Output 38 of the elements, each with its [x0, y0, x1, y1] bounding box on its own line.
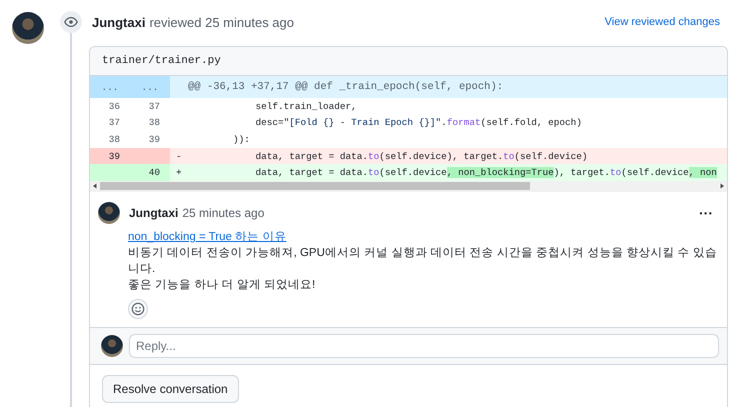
avatar [12, 12, 44, 44]
code-line: self.train_loader, [254, 100, 357, 112]
horizontal-scrollbar[interactable] [90, 180, 727, 192]
line-number-gutter [90, 164, 130, 181]
file-path[interactable]: trainer/trainer.py [102, 55, 221, 67]
line-number-gutter: 39 [90, 148, 130, 164]
diff-sign: + [176, 167, 182, 178]
line-number-gutter: 40 [130, 164, 170, 181]
more-options-button[interactable]: ··· [699, 204, 713, 221]
code-line: @@ -36,13 +37,17 @@ def _train_epoch(self, epoch): [188, 81, 504, 93]
line-number-gutter: 38 [148, 116, 161, 130]
line-number-gutter: ... [90, 76, 130, 98]
comment-time[interactable]: 25 minutes ago [182, 206, 264, 220]
code-line: data, target = data.to(self.device, non_blocking=True), target.to(self.device, non [254, 167, 717, 178]
code-line: data, target = data.to(self.device), target.to(self.device) [254, 150, 588, 162]
avatar [101, 334, 123, 357]
line-number-gutter: 38 [108, 132, 121, 147]
diff-sign: - [176, 150, 182, 162]
review-action: reviewed 25 minutes ago [149, 14, 294, 30]
code-line: )): [232, 134, 250, 145]
line-number-gutter [130, 148, 170, 164]
line-number-gutter: 36 [108, 100, 121, 114]
line-number-gutter: 37 [108, 116, 121, 130]
review-author[interactable]: Jungtaxi [92, 14, 146, 30]
comment-text: 좋은 기능을 하나 더 알게 되었네요! [128, 278, 316, 293]
resolve-conversation-button[interactable]: Resolve conversation [102, 374, 239, 403]
code-line: desc="[Fold {} - Train Epoch {}]".format(self.fold, epoch) [254, 117, 582, 128]
eye-icon [60, 11, 82, 33]
line-number-gutter: 39 [148, 132, 161, 147]
comment-text: 비동기 데이터 전송이 가능해져, GPU에서의 커널 실행과 데이터 전송 시간을 중첩시켜 성능을 향상시킬 수 있습니다. [128, 246, 718, 277]
reply-field[interactable]: Reply... [129, 334, 719, 358]
comment-link[interactable]: non_blocking = True 하는 이유 [128, 228, 286, 245]
line-number-gutter: ... [130, 76, 170, 98]
view-changes-link[interactable]: View reviewed changes [604, 16, 720, 28]
comment-author[interactable]: Jungtaxi [129, 206, 178, 220]
avatar [98, 202, 120, 224]
line-number-gutter: 37 [148, 100, 161, 114]
add-reaction-button[interactable] [128, 298, 148, 319]
